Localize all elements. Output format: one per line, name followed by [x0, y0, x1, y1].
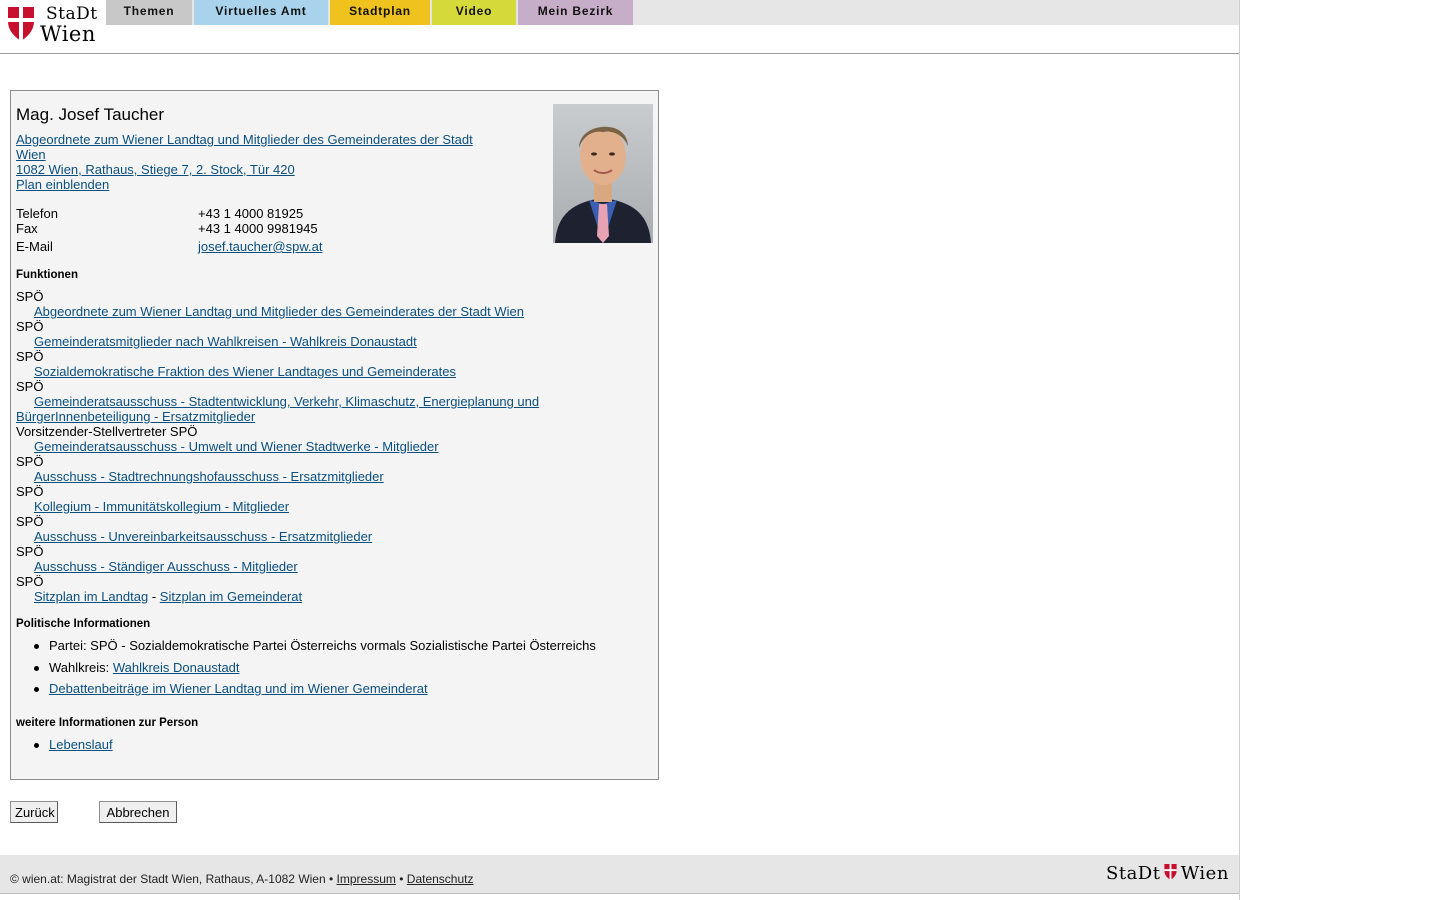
function-link[interactable]: Gemeinderatsausschuss - Umwelt und Wiene…	[34, 439, 439, 454]
nav-tab-stadtplan[interactable]: Stadtplan	[330, 0, 430, 25]
function-role: SPÖ	[16, 319, 44, 334]
fax-label: Fax	[16, 221, 38, 236]
footer-text-line: © wien.at: Magistrat der Stadt Wien, Rat…	[10, 872, 473, 886]
role-link-line2[interactable]: Wien	[16, 147, 46, 162]
show-map-link[interactable]: Plan einblenden	[16, 177, 109, 192]
more-info-list: Lebenslauf	[16, 737, 113, 752]
seating-plan-links: Sitzplan im Landtag - Sitzplan im Gemein…	[34, 589, 302, 604]
person-photo	[553, 104, 653, 243]
nav-tab-themen[interactable]: Themen	[106, 0, 192, 25]
stadt-wien-logo[interactable]: StaDt Wien	[6, 4, 102, 48]
address-link[interactable]: 1082 Wien, Rathaus, Stiege 7, 2. Stock, …	[16, 162, 295, 177]
person-name: Mag. Josef Taucher	[16, 105, 165, 124]
privacy-link[interactable]: Datenschutz	[407, 872, 474, 886]
debates-item: Debattenbeiträge im Wiener Landtag und i…	[16, 681, 596, 696]
nav-tab-video[interactable]: Video	[432, 0, 516, 25]
page: StaDt Wien Themen Virtuelles Amt Stadtpl…	[0, 0, 1240, 900]
nav-tab-mein-bezirk[interactable]: Mein Bezirk	[518, 0, 633, 25]
function-link[interactable]: Gemeinderatsmitglieder nach Wahlkreisen …	[34, 334, 417, 349]
function-link[interactable]: Sozialdemokratische Fraktion des Wiener …	[34, 364, 456, 379]
site-footer: © wien.at: Magistrat der Stadt Wien, Rat…	[0, 855, 1239, 894]
function-role: SPÖ	[16, 544, 44, 559]
seating-plan-separator: -	[151, 589, 157, 604]
party-item: Partei: SPÖ - Sozialdemokratische Partei…	[16, 638, 596, 660]
logo-text-wien: Wien	[40, 22, 96, 46]
seating-plan-gemeinderat-link[interactable]: Sitzplan im Gemeinderat	[160, 589, 302, 604]
email-link[interactable]: josef.taucher@spw.at	[198, 239, 322, 254]
function-link[interactable]: Ausschuss - Stadtrechnungshofausschuss -…	[34, 469, 384, 484]
person-detail-card: Mag. Josef Taucher Abgeordnete zum Wiene…	[10, 90, 659, 780]
nav-tab-virtuelles-amt[interactable]: Virtuelles Amt	[194, 0, 328, 25]
phone-label: Telefon	[16, 206, 58, 221]
email-label: E-Mail	[16, 239, 53, 254]
site-header: StaDt Wien Themen Virtuelles Amt Stadtpl…	[0, 0, 1239, 54]
footer-separator: •	[329, 872, 334, 886]
function-role: SPÖ	[16, 484, 44, 499]
function-role: SPÖ	[16, 514, 44, 529]
function-role: SPÖ	[16, 454, 44, 469]
logo-text-stadt: StaDt	[46, 4, 98, 24]
function-role: SPÖ	[16, 379, 44, 394]
phone-value: +43 1 4000 81925	[198, 206, 304, 221]
function-role: SPÖ	[16, 349, 44, 364]
main-navigation: Themen Virtuelles Amt Stadtplan Video Me…	[106, 0, 1239, 25]
debates-link[interactable]: Debattenbeiträge im Wiener Landtag und i…	[49, 681, 428, 696]
footer-separator: •	[399, 872, 404, 886]
wien-shield-icon	[8, 7, 34, 41]
role-link-line1[interactable]: Abgeordnete zum Wiener Landtag und Mitgl…	[16, 132, 473, 147]
function-link[interactable]: Ausschuss - Ständiger Ausschuss - Mitgli…	[34, 559, 298, 574]
function-link[interactable]: Kollegium - Immunitätskollegium - Mitgli…	[34, 499, 289, 514]
fax-value: +43 1 4000 9981945	[198, 221, 318, 236]
district-link[interactable]: Wahlkreis Donaustadt	[113, 660, 240, 675]
seating-plan-landtag-link[interactable]: Sitzplan im Landtag	[34, 589, 148, 604]
functions-heading: Funktionen	[16, 269, 78, 281]
cv-link[interactable]: Lebenslauf	[49, 737, 113, 752]
footer-stadt-wien-logo[interactable]: StaDt Wien	[1106, 863, 1229, 885]
district-item: Wahlkreis: Wahlkreis Donaustadt	[16, 660, 596, 681]
footer-logo-wien: Wien	[1180, 863, 1229, 884]
function-role: SPÖ	[16, 574, 44, 589]
function-link[interactable]: Abgeordnete zum Wiener Landtag und Mitgl…	[34, 304, 524, 319]
function-link-line2[interactable]: BürgerInnenbeteiligung - Ersatzmitgliede…	[16, 409, 255, 424]
footer-copyright: © wien.at: Magistrat der Stadt Wien, Rat…	[10, 872, 326, 886]
footer-wien-shield-icon	[1164, 864, 1177, 880]
footer-logo-stadt: StaDt	[1106, 863, 1161, 884]
function-link[interactable]: Ausschuss - Unvereinbarkeitsausschuss - …	[34, 529, 372, 544]
function-role: SPÖ	[16, 289, 44, 304]
function-link-line1[interactable]: Gemeinderatsausschuss - Stadtentwicklung…	[34, 394, 539, 409]
more-info-heading: weitere Informationen zur Person	[16, 717, 199, 729]
cancel-button[interactable]: Abbrechen	[99, 801, 177, 823]
cv-item: Lebenslauf	[16, 737, 113, 752]
back-button[interactable]: Zurück	[10, 801, 58, 823]
district-label: Wahlkreis:	[49, 660, 110, 675]
imprint-link[interactable]: Impressum	[337, 872, 396, 886]
political-info-heading: Politische Informationen	[16, 618, 151, 630]
political-info-list: Partei: SPÖ - Sozialdemokratische Partei…	[16, 638, 596, 696]
function-role: Vorsitzender-Stellvertreter SPÖ	[16, 424, 198, 439]
